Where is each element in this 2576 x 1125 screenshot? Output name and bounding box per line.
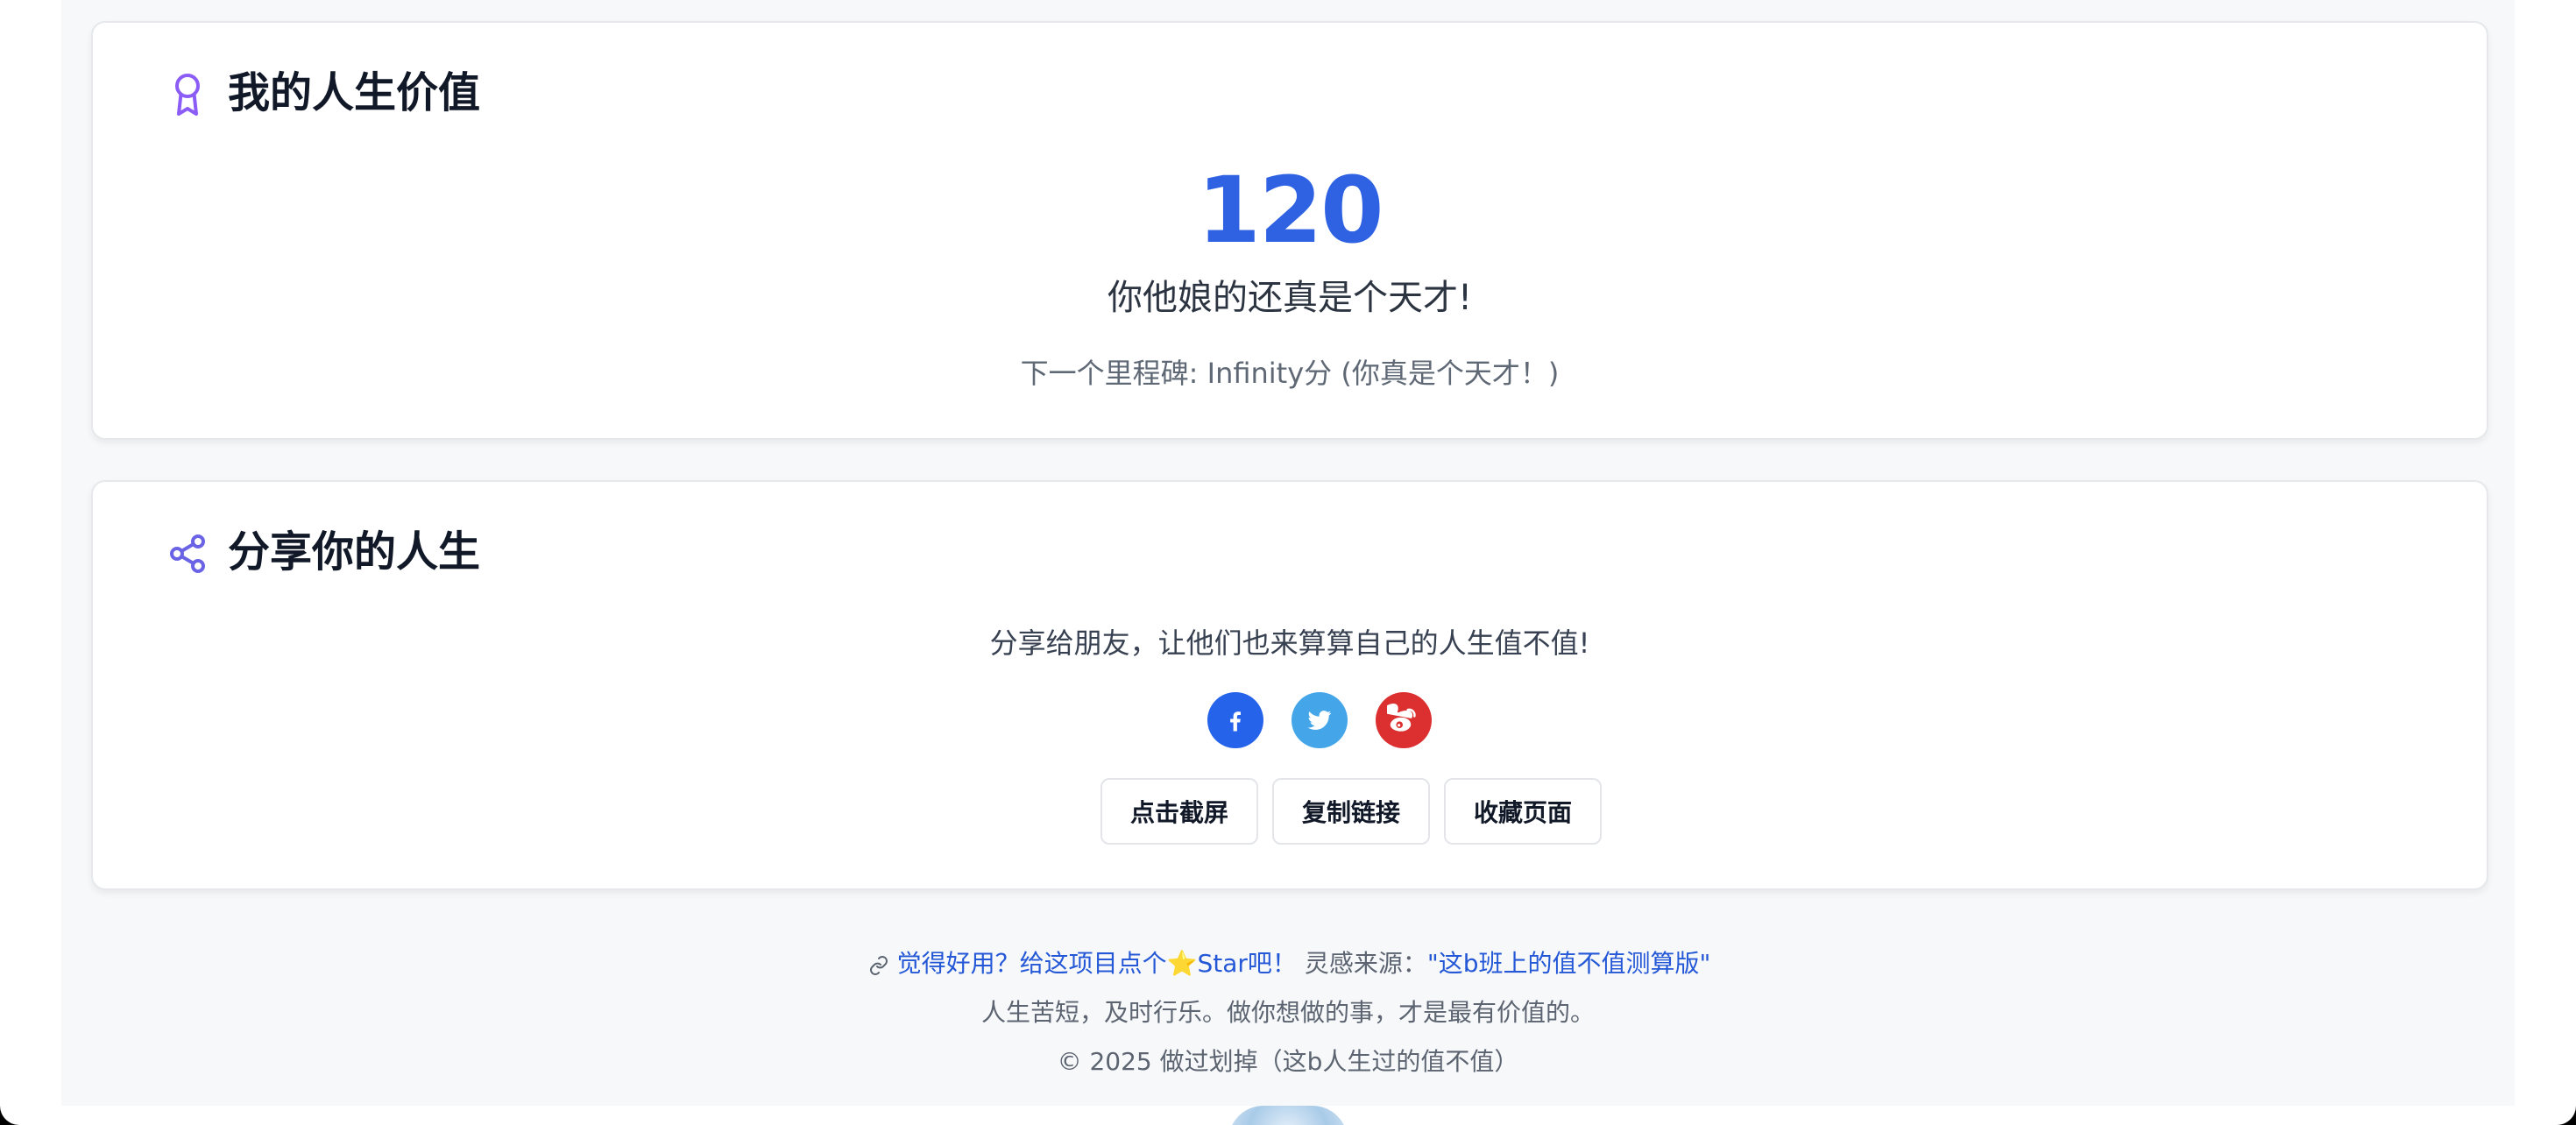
- life-value-score: 120: [1197, 157, 1384, 264]
- facebook-icon: [1230, 711, 1241, 732]
- weibo-share-button[interactable]: [1376, 692, 1432, 748]
- screenshot-button[interactable]: 点击截屏: [1100, 778, 1258, 845]
- star-icon: ⭐: [1166, 949, 1198, 978]
- share-description: 分享给朋友，让他们也来算算自己的人生值不值!: [989, 626, 1590, 660]
- star-prompt-text: 觉得好用？给这项目点个: [896, 949, 1167, 978]
- next-milestone: 下一个里程碑: Infinity分 (你真是个天才！): [1020, 357, 1560, 390]
- footer-copyright: © 2025 做过划掉（这b人生过的值不值）: [1057, 1047, 1519, 1076]
- footer-motto: 人生苦短，及时行乐。做你想做的事，才是最有价值的。: [980, 998, 1595, 1027]
- twitter-share-button[interactable]: [1292, 692, 1348, 748]
- share-card: 分享你的人生 分享给朋友，让他们也来算算自己的人生值不值! 点击截屏 复制链接 …: [91, 480, 2488, 890]
- inspiration-link[interactable]: "这b班上的值不值测算版": [1427, 949, 1711, 978]
- link-icon: [869, 956, 888, 975]
- facebook-share-button[interactable]: [1207, 692, 1263, 748]
- life-value-verdict: 你他娘的还真是个天才!: [1107, 278, 1473, 318]
- award-icon: [175, 74, 200, 116]
- github-star-link[interactable]: 觉得好用？给这项目点个⭐Star吧！: [897, 949, 1297, 978]
- weibo-icon: [1387, 704, 1416, 732]
- share-icon: [170, 534, 205, 573]
- star-suffix-text: Star吧！: [1197, 949, 1297, 978]
- life-value-card: 我的人生价值 120 你他娘的还真是个天才! 下一个里程碑: Infinity分…: [91, 21, 2488, 440]
- floating-bubble-icon[interactable]: [1228, 1106, 1348, 1125]
- twitter-icon: [1307, 711, 1332, 730]
- bookmark-button[interactable]: 收藏页面: [1444, 778, 1602, 845]
- life-value-title: 我的人生价值: [228, 68, 481, 117]
- share-title: 分享你的人生: [228, 527, 481, 577]
- footer-links: 觉得好用？给这项目点个⭐Star吧！ 灵感来源："这b班上的值不值测算版": [61, 952, 2515, 976]
- browser-window: 我的人生价值 120 你他娘的还真是个天才! 下一个里程碑: Infinity分…: [0, 0, 2576, 1125]
- inspiration-label: 灵感来源：: [1304, 949, 1427, 978]
- page-content: 我的人生价值 120 你他娘的还真是个天才! 下一个里程碑: Infinity分…: [61, 0, 2515, 1106]
- copy-link-button[interactable]: 复制链接: [1272, 778, 1430, 845]
